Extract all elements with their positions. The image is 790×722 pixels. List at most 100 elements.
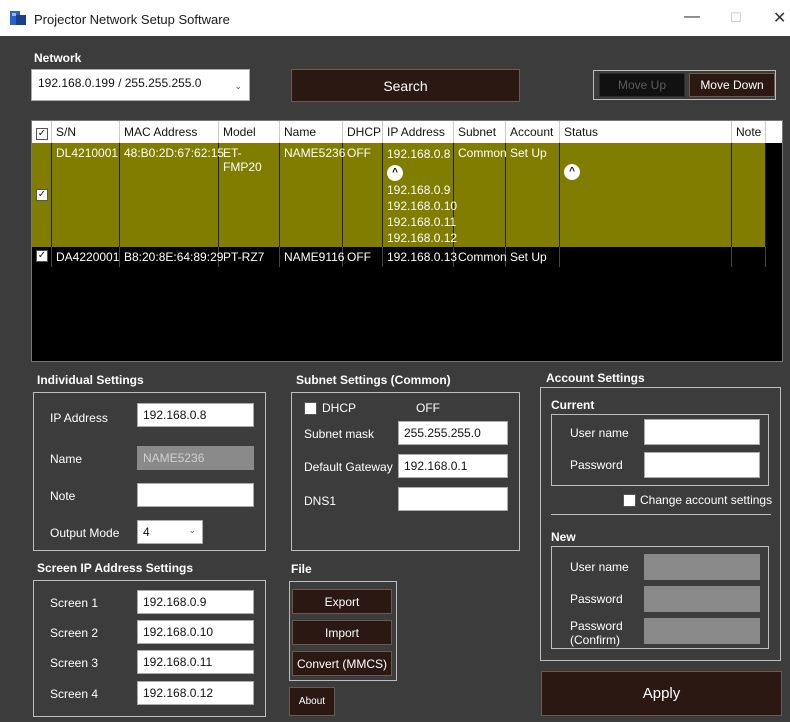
new-title: New: [551, 530, 576, 544]
search-button[interactable]: Search: [291, 69, 520, 102]
output-mode-select[interactable]: 4 ⌄: [137, 520, 203, 544]
screen-1-input[interactable]: [137, 590, 254, 614]
note-input[interactable]: [137, 483, 254, 507]
about-button[interactable]: About: [289, 687, 335, 716]
window-title: Projector Network Setup Software: [34, 12, 230, 27]
collapse-status-icon[interactable]: ^: [564, 164, 580, 180]
col-note-header[interactable]: Note: [732, 121, 766, 143]
account-divider: [551, 514, 771, 515]
device-table: ✓ S/N MAC Address Model Name DHCP IP Add…: [31, 120, 783, 362]
ip-address-input[interactable]: [137, 403, 254, 427]
row-spacer: [766, 143, 782, 247]
col-subnet-header[interactable]: Subnet: [454, 121, 506, 143]
convert-mmcs-button[interactable]: Convert (MMCS): [292, 651, 392, 676]
header-spacer: [766, 121, 782, 143]
select-all-header[interactable]: ✓: [32, 121, 52, 143]
select-all-checkbox[interactable]: ✓: [36, 128, 48, 140]
cell-dhcp: OFF: [343, 143, 383, 247]
default-gateway-input[interactable]: [398, 454, 508, 478]
name-input[interactable]: [137, 446, 254, 470]
col-status-header[interactable]: Status: [560, 121, 732, 143]
cell-ip: 192.168.0.8 ^ 192.168.0.9 192.168.0.10 1…: [383, 143, 458, 247]
individual-settings-title: Individual Settings: [37, 373, 144, 387]
screen-ip-title: Screen IP Address Settings: [37, 561, 194, 575]
subnet-mask-input[interactable]: [398, 421, 508, 445]
network-select-value: 192.168.0.199 / 255.255.255.0: [38, 76, 202, 90]
current-username-label: User name: [570, 426, 629, 440]
maximize-button[interactable]: ☐: [730, 10, 742, 26]
minimize-button[interactable]: —: [684, 8, 700, 26]
screen-3-input[interactable]: [137, 650, 254, 674]
dhcp-value: OFF: [416, 401, 440, 415]
col-account-header[interactable]: Account: [506, 121, 560, 143]
note-label: Note: [50, 489, 76, 503]
current-password-label: Password: [570, 458, 623, 472]
default-gateway-label: Default Gateway: [304, 460, 393, 474]
col-ip-header[interactable]: IP Address: [383, 121, 454, 143]
table-row[interactable]: ✓ DL4210001 48:B0:2D:67:62:15 ET-FMP20 N…: [32, 143, 782, 247]
col-sn-header[interactable]: S/N: [52, 121, 120, 143]
apply-button[interactable]: Apply: [541, 671, 782, 716]
cell-status: [560, 247, 732, 267]
ip-screen-1: 192.168.0.9: [387, 183, 451, 197]
cell-note: [732, 143, 766, 247]
confirm-password-label-line1: Password: [570, 619, 623, 633]
cell-model: PT-RZ7: [219, 247, 280, 267]
cell-account[interactable]: Set Up: [506, 143, 560, 247]
new-password-input[interactable]: [644, 586, 760, 612]
ip-screen-2: 192.168.0.10: [387, 199, 458, 213]
new-username-input[interactable]: [644, 554, 760, 580]
screen-2-label: Screen 2: [50, 626, 99, 640]
export-button[interactable]: Export: [292, 589, 392, 614]
cell-dhcp: OFF: [343, 247, 383, 267]
ip-primary: 192.168.0.8: [387, 147, 451, 161]
cell-name: NAME9116: [280, 247, 344, 267]
status-text: [564, 146, 727, 160]
current-username-input[interactable]: [644, 419, 760, 445]
move-up-button[interactable]: Move Up: [599, 73, 685, 97]
screen-4-label: Screen 4: [50, 687, 99, 701]
change-account-checkbox[interactable]: [623, 494, 636, 507]
col-name-header[interactable]: Name: [280, 121, 343, 143]
cell-subnet: Common: [454, 247, 507, 267]
dhcp-checkbox[interactable]: [304, 402, 317, 415]
account-settings-title: Account Settings: [546, 371, 645, 385]
col-dhcp-header[interactable]: DHCP: [343, 121, 383, 143]
current-title: Current: [551, 398, 595, 412]
confirm-password-label-line2: (Confirm): [570, 633, 620, 647]
cell-account[interactable]: Set Up: [506, 247, 560, 267]
cell-mac: B8:20:8E:64:89:29: [120, 247, 223, 267]
screen-4-input[interactable]: [137, 681, 254, 705]
screen-3-label: Screen 3: [50, 656, 99, 670]
dns1-label: DNS1: [304, 494, 337, 508]
confirm-password-input[interactable]: [644, 618, 760, 644]
network-select[interactable]: 192.168.0.199 / 255.255.255.0 ⌄: [31, 69, 250, 101]
row-checkbox[interactable]: ✓: [36, 250, 48, 262]
row-checkbox[interactable]: ✓: [36, 189, 48, 201]
col-model-header[interactable]: Model: [219, 121, 280, 143]
network-label: Network: [34, 51, 82, 65]
title-bar: Projector Network Setup Software — ☐ ✕: [0, 0, 790, 36]
screen-2-input[interactable]: [137, 620, 254, 644]
cell-ip: 192.168.0.13: [383, 247, 457, 267]
dhcp-label: DHCP: [322, 401, 357, 415]
move-down-button[interactable]: Move Down: [689, 73, 775, 97]
cell-mac: 48:B0:2D:67:62:15: [120, 143, 224, 247]
dns1-input[interactable]: [398, 487, 508, 511]
screen-1-label: Screen 1: [50, 596, 99, 610]
output-mode-value: 4: [143, 525, 150, 539]
import-button[interactable]: Import: [292, 620, 392, 645]
row-checkbox-cell[interactable]: ✓: [32, 247, 52, 267]
row-checkbox-cell[interactable]: ✓: [32, 143, 52, 247]
table-row[interactable]: ✓ DA4220001 B8:20:8E:64:89:29 PT-RZ7 NAM…: [32, 247, 782, 267]
chevron-down-icon: ⌄: [234, 81, 242, 91]
cell-sn: DA4220001: [52, 247, 120, 267]
collapse-ip-icon[interactable]: ^: [387, 165, 403, 181]
close-button[interactable]: ✕: [773, 8, 786, 28]
current-password-input[interactable]: [644, 452, 760, 478]
col-mac-header[interactable]: MAC Address: [120, 121, 219, 143]
ip-screen-4: 192.168.0.12: [387, 231, 458, 245]
name-label: Name: [50, 452, 83, 466]
cell-note: [732, 247, 766, 267]
main-panel: Network 192.168.0.199 / 255.255.255.0 ⌄ …: [0, 36, 790, 722]
